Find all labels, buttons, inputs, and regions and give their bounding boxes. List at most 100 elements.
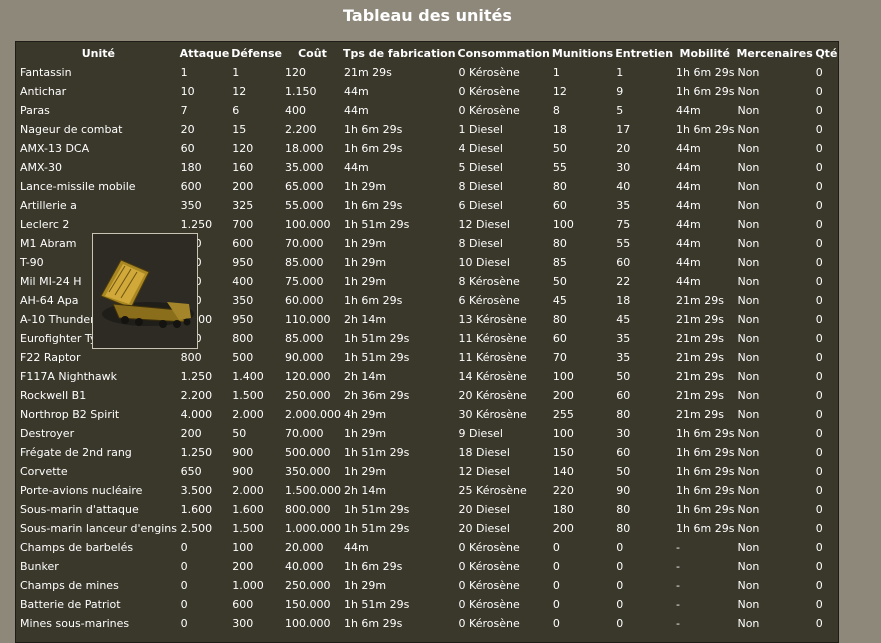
table-row: Paras 7 6 400 44m 0 Kérosène 8 5 44m Non 0 <box>17 101 838 120</box>
cell-defense: 350 <box>232 294 254 307</box>
cell-unite: Sous-marin d'attaque <box>20 503 139 516</box>
cell-attaque: 0 <box>180 617 188 630</box>
cell-mercenaires: Non <box>737 256 760 269</box>
cell-munitions: 12 <box>552 85 567 98</box>
cell-entretien: 5 <box>616 104 624 117</box>
cell-mobilite: 21m 29s <box>676 332 724 345</box>
cell-consommation: 0 Kérosène <box>458 104 520 117</box>
cell-entretien: 90 <box>616 484 631 497</box>
cell-tps-fabrication: 44m <box>343 161 369 174</box>
cell-mercenaires: Non <box>737 617 760 630</box>
cell-mercenaires: Non <box>737 332 760 345</box>
cell-qte: 0 <box>815 560 823 573</box>
cell-tps-fabrication: 1h 51m 29s <box>343 332 410 345</box>
cell-unite: Batterie de Patriot <box>20 598 121 611</box>
cell-munitions: 50 <box>552 142 567 155</box>
cell-munitions: 60 <box>552 332 567 345</box>
cell-defense: 950 <box>232 313 254 326</box>
table-row: F22 Raptor 800 500 90.000 1h 51m 29s 11 Kéros… <box>17 348 838 367</box>
table-row: Batterie de Patriot 0 600 150.000 1h 51m 29s… <box>17 595 838 614</box>
cell-mercenaires: Non <box>737 351 760 364</box>
cell-consommation: 13 Kérosène <box>458 313 527 326</box>
cell-qte: 0 <box>815 408 823 421</box>
cell-defense: 160 <box>232 161 254 174</box>
cell-tps-fabrication: 1h 29m <box>343 465 387 478</box>
cell-attaque: 1.250 <box>180 446 213 459</box>
cell-unite: Antichar <box>20 85 67 98</box>
cell-cout: 2.200 <box>284 123 317 136</box>
cell-qte: 0 <box>815 579 823 592</box>
table-row: Champs de barbelés 0 100 20.000 44m 0 Kérosèn… <box>17 538 838 557</box>
cell-attaque: 2.200 <box>180 389 213 402</box>
cell-entretien: 30 <box>616 427 631 440</box>
cell-tps-fabrication: 1h 29m <box>343 275 387 288</box>
cell-defense: 1.400 <box>232 370 264 383</box>
cell-unite: Porte-avions nucléaire <box>20 484 143 497</box>
cell-tps-fabrication: 1h 51m 29s <box>343 351 410 364</box>
cell-cout: 90.000 <box>284 351 324 364</box>
cell-mercenaires: Non <box>737 66 760 79</box>
cell-unite: Fantassin <box>20 66 72 79</box>
cell-defense: 900 <box>232 465 254 478</box>
cell-entretien: 50 <box>616 465 631 478</box>
cell-munitions: 100 <box>552 427 574 440</box>
cell-munitions: 50 <box>552 275 567 288</box>
cell-defense: 300 <box>232 617 254 630</box>
cell-entretien: 35 <box>616 199 631 212</box>
cell-mobilite: 21m 29s <box>676 294 724 307</box>
cell-entretien: 80 <box>616 408 631 421</box>
cell-qte: 0 <box>815 313 823 326</box>
cell-mercenaires: Non <box>737 123 760 136</box>
cell-mercenaires: Non <box>737 370 760 383</box>
table-row: Lance-missile mobile 600 200 65.000 1h 29m 8 … <box>17 177 838 196</box>
cell-cout: 35.000 <box>284 161 324 174</box>
cell-tps-fabrication: 44m <box>343 85 369 98</box>
cell-cout: 120 <box>284 66 306 79</box>
cell-consommation: 18 Diesel <box>458 446 510 459</box>
cell-qte: 0 <box>815 237 823 250</box>
cell-qte: 0 <box>815 389 823 402</box>
table-row: Sous-marin d'attaque 1.600 1.600 800.000 1h … <box>17 500 838 519</box>
cell-attaque: 200 <box>180 427 202 440</box>
cell-attaque: 1 <box>180 66 188 79</box>
cell-mercenaires: Non <box>737 142 760 155</box>
cell-unite: Bunker <box>20 560 59 573</box>
cell-munitions: 80 <box>552 313 567 326</box>
cell-consommation: 8 Diesel <box>458 237 503 250</box>
cell-entretien: 55 <box>616 237 631 250</box>
cell-qte: 0 <box>815 484 823 497</box>
cell-munitions: 1 <box>552 66 560 79</box>
cell-unite: Frégate de 2nd rang <box>20 446 132 459</box>
column-header-mobilite: Mobilité <box>679 46 730 60</box>
cell-cout: 60.000 <box>284 294 324 307</box>
cell-cout: 1.500.000 <box>284 484 341 497</box>
cell-mercenaires: Non <box>737 427 760 440</box>
cell-consommation: 5 Diesel <box>458 161 503 174</box>
cell-consommation: 11 Kérosène <box>458 351 527 364</box>
cell-consommation: 12 Diesel <box>458 465 510 478</box>
cell-mobilite: - <box>676 541 681 554</box>
cell-cout: 85.000 <box>284 332 324 345</box>
cell-tps-fabrication: 1h 6m 29s <box>343 294 403 307</box>
cell-unite: Champs de barbelés <box>20 541 134 554</box>
cell-mobilite: 44m <box>676 199 701 212</box>
cell-munitions: 45 <box>552 294 567 307</box>
cell-attaque: 1.600 <box>180 503 213 516</box>
cell-defense: 1.600 <box>232 503 264 516</box>
table-row: Destroyer 200 50 70.000 1h 29m 9 Diesel 100 30 1… <box>17 424 838 443</box>
cell-cout: 2.000.000 <box>284 408 341 421</box>
cell-cout: 500.000 <box>284 446 331 459</box>
cell-mercenaires: Non <box>737 465 760 478</box>
cell-munitions: 0 <box>552 579 560 592</box>
cell-mercenaires: Non <box>737 161 760 174</box>
cell-mobilite: 1h 6m 29s <box>676 85 735 98</box>
cell-mobilite: 1h 6m 29s <box>676 123 735 136</box>
cell-entretien: 40 <box>616 180 631 193</box>
cell-consommation: 6 Diesel <box>458 199 503 212</box>
cell-mobilite: 1h 6m 29s <box>676 427 735 440</box>
cell-qte: 0 <box>815 199 823 212</box>
cell-entretien: 22 <box>616 275 631 288</box>
table-header-row: Unité Attaque Défense Coût Tps de fabric… <box>17 43 838 63</box>
cell-qte: 0 <box>815 370 823 383</box>
cell-defense: 6 <box>232 104 240 117</box>
